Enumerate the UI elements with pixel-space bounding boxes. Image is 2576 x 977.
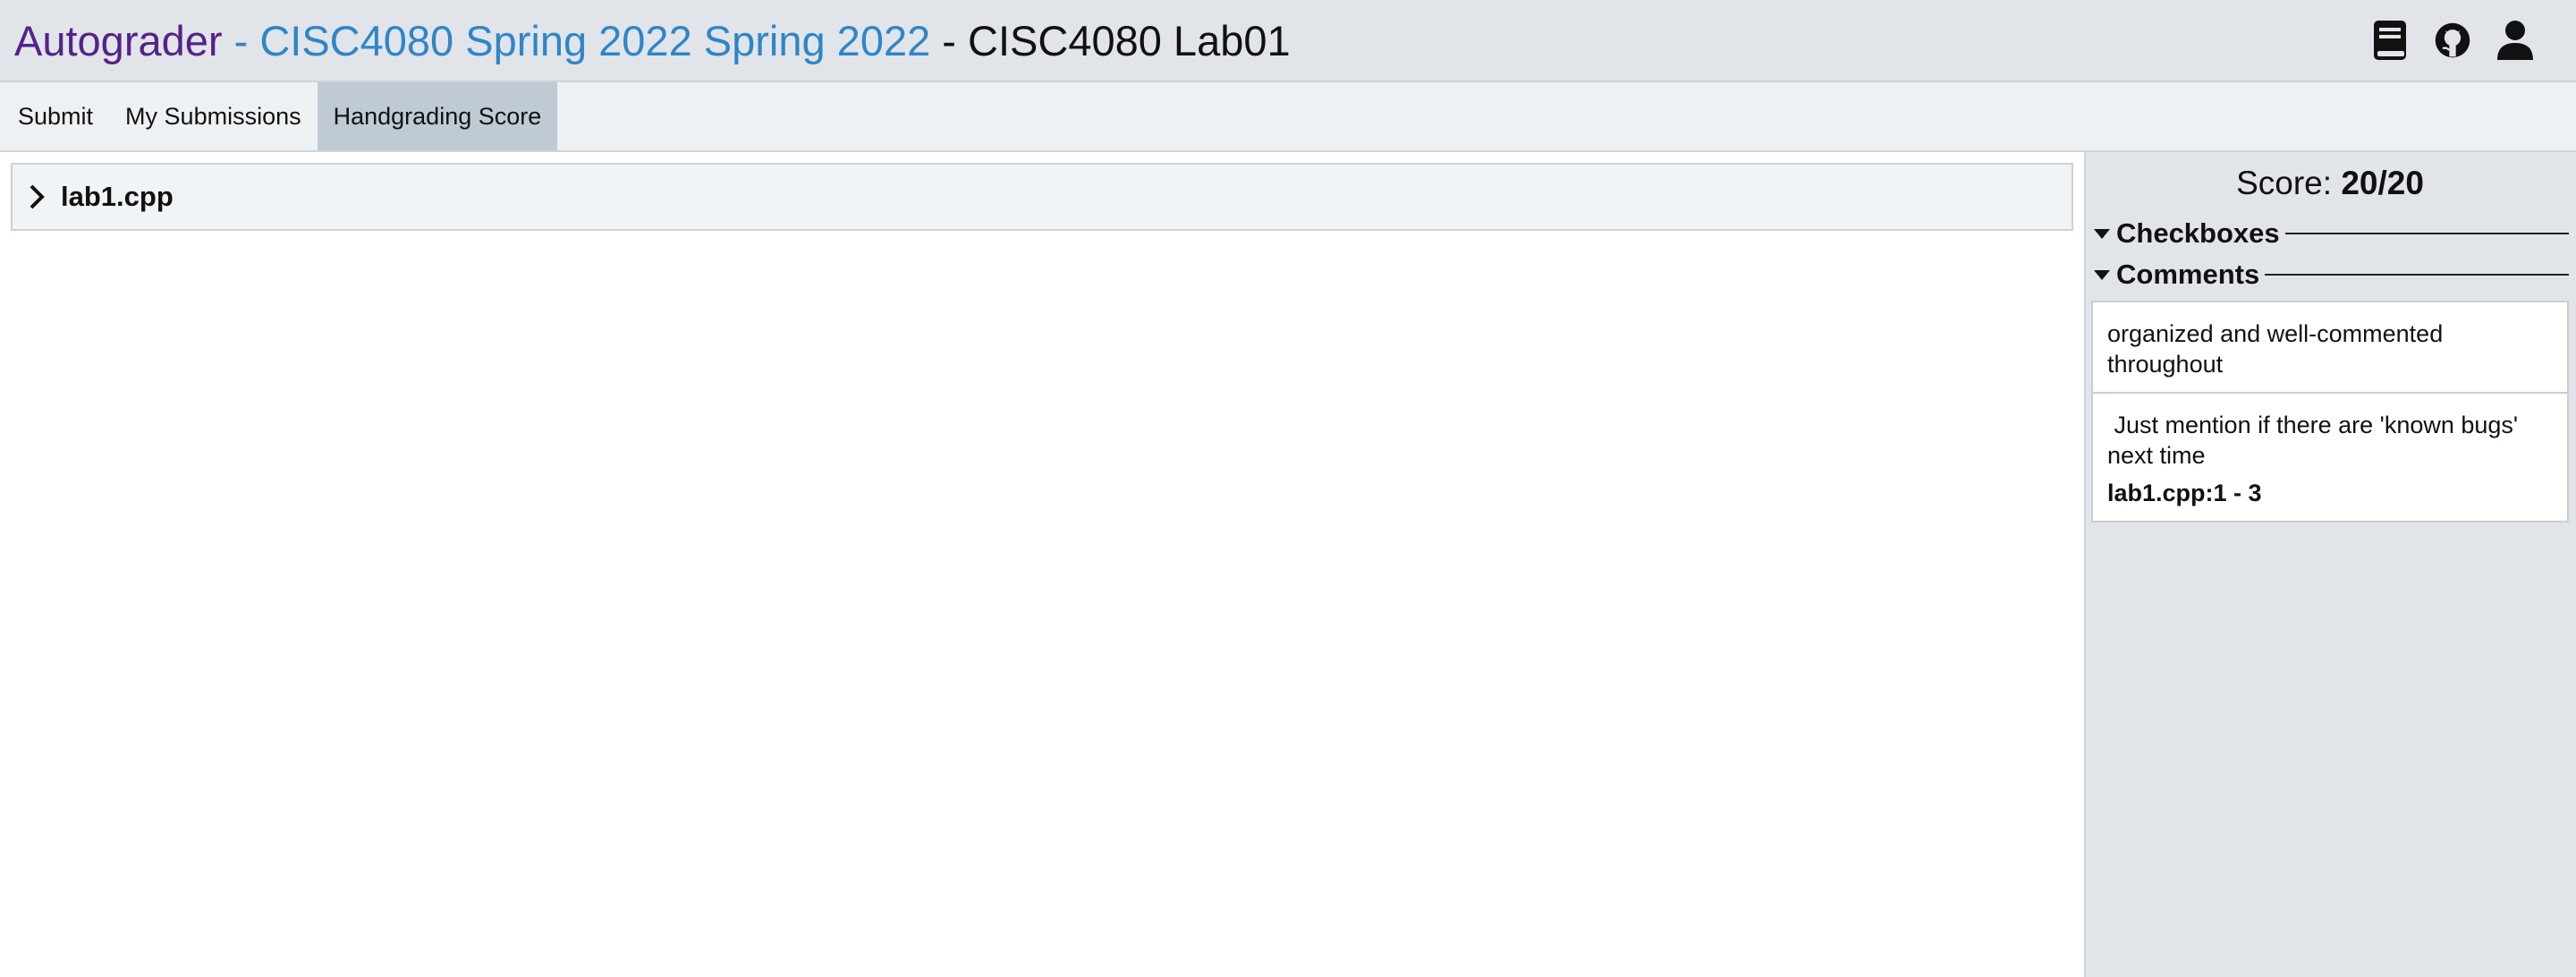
comments-list: organized and well-commented throughout … bbox=[2091, 301, 2569, 522]
tab-my-submissions[interactable]: My Submissions bbox=[109, 82, 318, 150]
file-list: lab1.cpp bbox=[0, 152, 2084, 977]
comment-item: organized and well-commented throughout bbox=[2093, 302, 2567, 392]
score-label: Score: bbox=[2236, 165, 2342, 201]
file-panel[interactable]: lab1.cpp bbox=[11, 163, 2073, 231]
tab-handgrading-score[interactable]: Handgrading Score bbox=[317, 82, 558, 150]
title-separator: - bbox=[222, 16, 260, 64]
comment-text: organized and well-commented throughout bbox=[2107, 320, 2444, 378]
github-icon[interactable] bbox=[2433, 19, 2472, 62]
section-divider bbox=[2284, 233, 2569, 234]
checkboxes-section-toggle[interactable]: Checkboxes bbox=[2091, 213, 2569, 254]
section-divider bbox=[2265, 274, 2569, 276]
tab-bar: Submit My Submissions Handgrading Score bbox=[0, 82, 2576, 152]
tab-submit[interactable]: Submit bbox=[2, 82, 109, 150]
chevron-right-icon bbox=[30, 184, 45, 209]
title-separator: - bbox=[930, 16, 969, 64]
caret-down-icon bbox=[2094, 229, 2110, 239]
brand-link[interactable]: Autograder bbox=[14, 17, 223, 64]
score-value: 20/20 bbox=[2341, 165, 2424, 201]
course-link[interactable]: CISC4080 Spring 2022 Spring 2022 bbox=[259, 17, 930, 64]
book-icon[interactable] bbox=[2370, 19, 2410, 62]
grading-sidebar: Score: 20/20 Checkboxes Comments organiz… bbox=[2084, 152, 2576, 977]
user-icon[interactable] bbox=[2496, 19, 2535, 62]
comment-item: Just mention if there are 'known bugs' n… bbox=[2093, 392, 2567, 521]
comments-title: Comments bbox=[2116, 259, 2260, 290]
checkboxes-title: Checkboxes bbox=[2116, 217, 2280, 249]
header-icons bbox=[2370, 19, 2535, 62]
comment-text: Just mention if there are 'known bugs' n… bbox=[2107, 412, 2525, 469]
comments-section-toggle[interactable]: Comments bbox=[2091, 254, 2569, 295]
comment-location[interactable]: lab1.cpp:1 - 3 bbox=[2107, 478, 2555, 508]
page-title: Autograder - CISC4080 Spring 2022 Spring… bbox=[14, 16, 1291, 65]
caret-down-icon bbox=[2094, 270, 2110, 280]
file-name: lab1.cpp bbox=[61, 181, 174, 212]
main-area: lab1.cpp Score: 20/20 Checkboxes Comment… bbox=[0, 152, 2576, 977]
top-header: Autograder - CISC4080 Spring 2022 Spring… bbox=[0, 0, 2576, 82]
project-name: CISC4080 Lab01 bbox=[968, 16, 1291, 64]
score-display: Score: 20/20 bbox=[2091, 165, 2569, 202]
